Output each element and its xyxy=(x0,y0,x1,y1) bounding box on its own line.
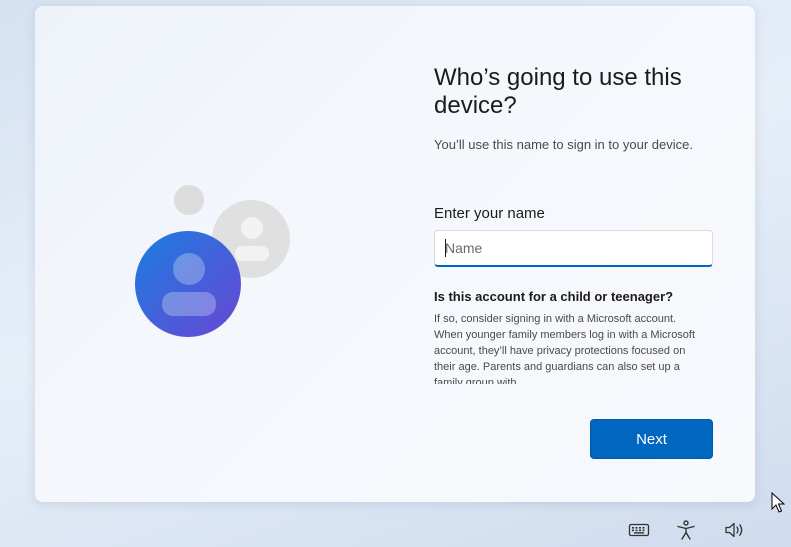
mouse-pointer-icon xyxy=(771,492,785,513)
name-input[interactable] xyxy=(434,230,713,267)
child-account-description: If so, consider signing in with a Micros… xyxy=(434,313,696,384)
setup-dialog: Who’s going to use this device? You’ll u… xyxy=(35,6,755,502)
text-caret xyxy=(445,239,446,257)
users-illustration xyxy=(135,185,290,337)
name-field-label: Enter your name xyxy=(434,205,545,222)
accessibility-icon[interactable] xyxy=(675,519,697,541)
volume-icon[interactable] xyxy=(723,519,745,541)
next-button[interactable]: Next xyxy=(590,419,713,459)
small-dot xyxy=(174,185,204,215)
page-subtitle: You’ll use this name to sign in to your … xyxy=(434,137,693,152)
front-avatar-icon xyxy=(135,231,241,337)
page-title: Who’s going to use this device? xyxy=(434,64,682,119)
child-account-heading: Is this account for a child or teenager? xyxy=(434,289,674,304)
keyboard-icon[interactable] xyxy=(628,519,650,541)
